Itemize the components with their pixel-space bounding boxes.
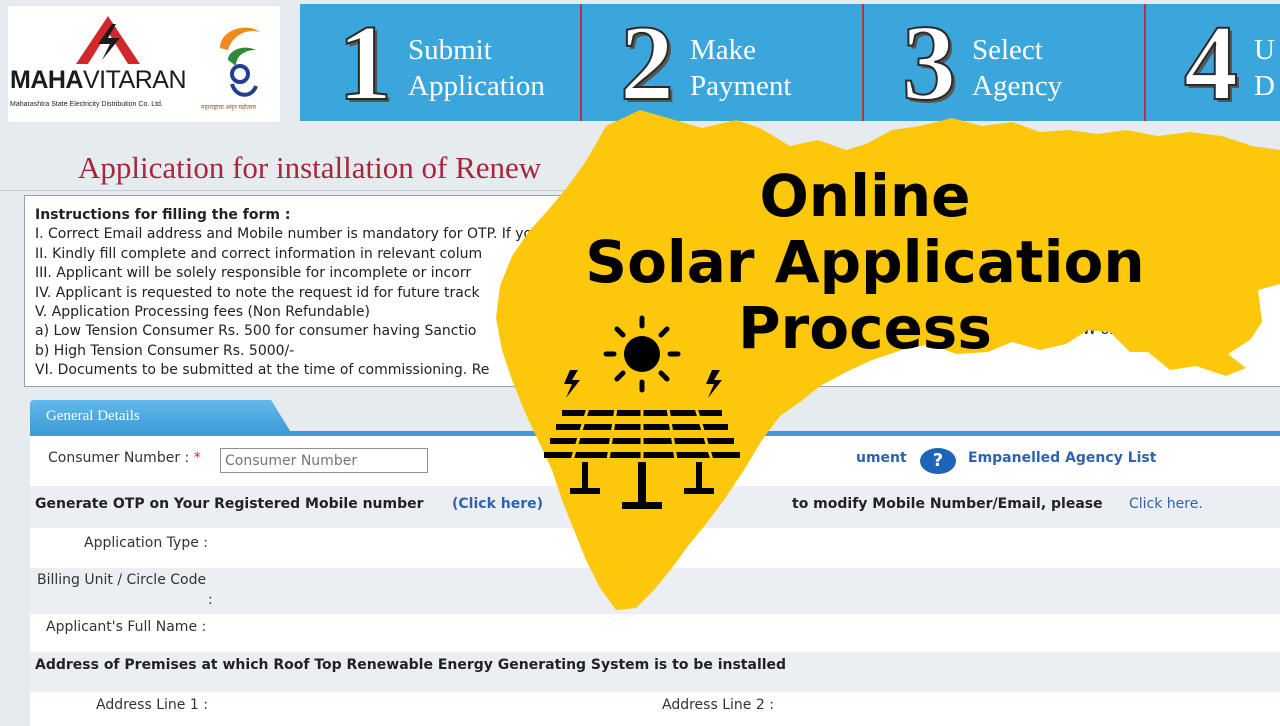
generate-otp-link[interactable]: (Click here) <box>452 496 543 512</box>
logo-tagline: महाराष्ट्राचा अमृत महोत्सव <box>201 105 256 111</box>
help-icon[interactable]: ? <box>920 448 956 474</box>
full-name-row: Applicant's Full Name : <box>30 614 1280 652</box>
lightning-tower-icon <box>76 16 140 64</box>
document-link[interactable]: ument <box>856 450 907 466</box>
step-label: Select Agency <box>972 34 1063 102</box>
address-row: Address Line 1 : Address Line 2 : <box>30 692 1280 726</box>
page-title: Application for installation of Renew <box>78 150 542 185</box>
title-divider <box>0 190 1280 191</box>
consumer-number-input[interactable] <box>220 448 428 473</box>
amrit-mahotsav-emblem-icon <box>220 27 260 97</box>
application-type-row: Application Type : <box>30 528 1280 568</box>
instruction-line: b) High Tension Consumer Rs. 5000/- <box>35 342 295 359</box>
logo-subtitle: Maharashtra State Electricity Distributi… <box>10 101 163 108</box>
logo-wordmark: MAHAVITARAN <box>10 66 187 94</box>
consumer-number-row: Consumer Number : * ument ? Empanelled A… <box>30 436 1280 486</box>
step-select-agency[interactable]: 3 Select Agency <box>864 4 1146 121</box>
address-line-2-label: Address Line 2 : <box>662 697 774 713</box>
otp-row: Generate OTP on Your Registered Mobile n… <box>30 486 1280 528</box>
step-label: UD <box>1254 34 1275 102</box>
general-details-form: Consumer Number : * ument ? Empanelled A… <box>30 436 1280 726</box>
address-heading: Address of Premises at which Roof Top Re… <box>35 657 787 673</box>
step-number: 1 <box>337 4 393 123</box>
address-heading-row: Address of Premises at which Roof Top Re… <box>30 652 1280 692</box>
billing-unit-row: Billing Unit / Circle Code : <box>30 568 1280 614</box>
instruction-line-end: every 20 kW or part thereof. <box>1008 322 1207 338</box>
empanelled-agency-list-link[interactable]: Empanelled Agency List <box>968 450 1156 466</box>
step-submit-application[interactable]: 1 Submit Application <box>300 4 582 121</box>
step-make-payment[interactable]: 2 Make Payment <box>582 4 864 121</box>
mahavitaran-logo[interactable]: MAHAVITARAN Maharashtra State Electricit… <box>8 6 280 122</box>
address-line-1-label: Address Line 1 : <box>96 697 208 713</box>
step-label: Make Payment <box>690 34 792 102</box>
consumer-number-label: Consumer Number : * <box>48 450 201 466</box>
billing-unit-label: Billing Unit / Circle Code <box>37 572 207 588</box>
instructions-heading: Instructions for filling the form : <box>35 207 291 223</box>
full-name-label: Applicant's Full Name : <box>46 619 207 635</box>
instruction-line: VI. Documents to be submitted at the tim… <box>35 362 490 379</box>
instruction-line: II. Kindly fill complete and correct inf… <box>35 245 483 262</box>
instruction-line: I. Correct Email address and Mobile numb… <box>35 226 541 243</box>
application-steps-bar: 1 Submit Application 2 Make Payment 3 Sele… <box>300 4 1280 121</box>
otp-text: Generate OTP on Your Registered Mobile n… <box>35 496 424 512</box>
step-number: 4 <box>1183 4 1239 123</box>
step-label: Submit Application <box>408 34 545 102</box>
application-type-label: Application Type : <box>84 535 208 551</box>
step-four[interactable]: 4 UD <box>1146 4 1280 121</box>
step-number: 2 <box>619 4 675 123</box>
billing-unit-colon: : <box>208 592 213 608</box>
instruction-line: V. Application Processing fees (Non Refu… <box>35 304 370 321</box>
instruction-line: III. Applicant will be solely responsibl… <box>35 265 472 282</box>
instructions-box: Instructions for filling the form : I. C… <box>24 195 1280 387</box>
modify-contact-text: to modify Mobile Number/Email, please <box>792 496 1103 512</box>
modify-contact-link[interactable]: Click here. <box>1129 496 1203 512</box>
instruction-line: IV. Applicant is requested to note the r… <box>35 284 480 301</box>
form-tabs: General Details <box>30 400 1280 436</box>
tab-general-details[interactable]: General Details <box>30 400 292 434</box>
step-number: 3 <box>901 4 957 123</box>
